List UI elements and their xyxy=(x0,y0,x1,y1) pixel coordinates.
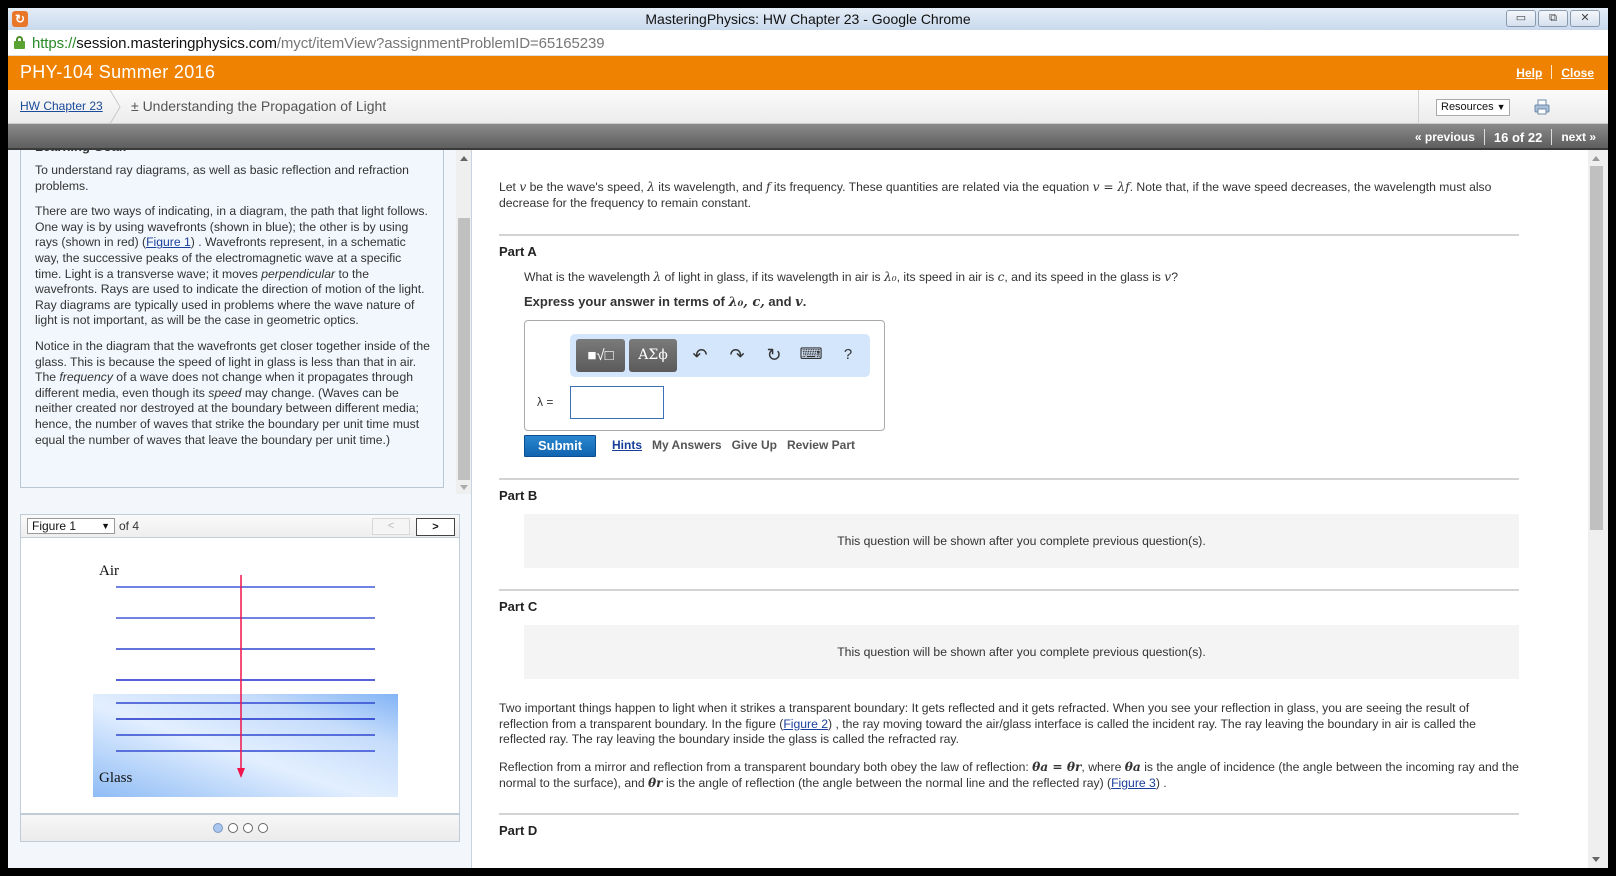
my-answers-link[interactable]: My Answers xyxy=(652,438,722,454)
problem-pane: Let v be the wave's speed, λ its wavelen… xyxy=(473,150,1608,868)
item-position: 16 of 22 xyxy=(1493,129,1543,145)
learning-goal-box: Learning Goal: To understand ray diagram… xyxy=(20,150,444,488)
figure-3-link[interactable]: Figure 3 xyxy=(1111,776,1156,790)
close-window-button[interactable]: ✕ xyxy=(1570,10,1600,27)
breadcrumb-separator-icon xyxy=(109,90,121,124)
templates-button[interactable]: ■√□ xyxy=(576,339,625,372)
divider xyxy=(1483,129,1485,145)
wavefront-diagram: Air Glass xyxy=(93,563,398,797)
answer-label: λ = xyxy=(537,395,554,409)
math-toolbar: ■√□ ΑΣϕ ↶ ↷ ↻ ⌨ ? xyxy=(570,334,870,377)
wavefronts-paragraph: There are two ways of indicating, in a d… xyxy=(35,204,428,328)
figure-dot-3[interactable] xyxy=(242,823,253,833)
scroll-down-arrow-icon[interactable] xyxy=(1592,857,1600,862)
part-a-title: Part A xyxy=(499,244,537,259)
lock-icon xyxy=(14,36,25,49)
reflection-refraction-paragraph: Two important things happen to light whe… xyxy=(499,701,1476,747)
part-a-instructions: Express your answer in terms of λ₀, c, a… xyxy=(524,294,807,310)
review-part-link[interactable]: Review Part xyxy=(787,438,855,454)
law-of-reflection-paragraph: Reflection from a mirror and reflection … xyxy=(499,760,1519,790)
figure-dot-2[interactable] xyxy=(227,823,238,833)
next-link[interactable]: next » xyxy=(1561,130,1596,144)
divider xyxy=(499,478,1519,480)
address-bar[interactable]: https://session.masteringphysics.com/myc… xyxy=(8,30,1608,56)
help-icon[interactable]: ? xyxy=(836,343,860,367)
scroll-up-arrow-icon[interactable] xyxy=(1592,156,1600,161)
title-bar: ↻ MasteringPhysics: HW Chapter 23 - Goog… xyxy=(8,8,1608,30)
glass-label: Glass xyxy=(99,770,132,786)
redo-icon[interactable]: ↷ xyxy=(725,343,749,367)
scroll-down-arrow-icon[interactable] xyxy=(460,485,468,490)
part-a-actions: Submit Hints My Answers Give Up Review P… xyxy=(524,435,865,457)
glass-region xyxy=(93,694,398,797)
keyboard-icon[interactable]: ⌨ xyxy=(799,343,823,367)
scrollbar-thumb[interactable] xyxy=(1590,166,1603,530)
print-icon[interactable] xyxy=(1534,99,1550,115)
divider xyxy=(1418,90,1419,124)
part-b-title: Part B xyxy=(499,488,538,503)
part-c-locked-message: This question will be shown after you co… xyxy=(524,625,1519,679)
reset-icon[interactable]: ↻ xyxy=(762,343,786,367)
figure-select[interactable]: Figure 1 ▼ xyxy=(27,518,115,534)
problem-scrollbar[interactable] xyxy=(1588,150,1608,868)
breadcrumb-current-item: ± Understanding the Propagation of Light xyxy=(131,98,387,114)
figure-dot-1[interactable] xyxy=(212,823,223,833)
scroll-up-arrow-icon[interactable] xyxy=(460,156,468,161)
figure-count: of 4 xyxy=(119,519,140,533)
minimize-button[interactable]: ▭ xyxy=(1506,10,1536,27)
window-title: MasteringPhysics: HW Chapter 23 - Google… xyxy=(645,11,971,27)
chevron-down-icon: ▼ xyxy=(1496,102,1506,112)
url-text[interactable]: https://session.masteringphysics.com/myc… xyxy=(32,35,605,52)
restore-button[interactable]: ⧉ xyxy=(1538,10,1568,27)
intro-paragraph: Let v be the wave's speed, λ its wavelen… xyxy=(499,180,1492,210)
part-c-title: Part C xyxy=(499,599,538,614)
submit-button[interactable]: Submit xyxy=(524,435,596,457)
browser-window: ↻ MasteringPhysics: HW Chapter 23 - Goog… xyxy=(8,8,1608,868)
divider xyxy=(499,589,1519,591)
glass-paragraph: Notice in the diagram that the wavefront… xyxy=(35,338,430,447)
next-figure-button[interactable]: > xyxy=(416,518,455,536)
figure-viewer: Air Glass xyxy=(20,538,460,814)
learning-goal-text: To understand ray diagrams, as well as b… xyxy=(35,163,409,193)
previous-link[interactable]: « previous xyxy=(1415,130,1475,144)
resources-dropdown[interactable]: Resources ▼ xyxy=(1436,99,1510,116)
divider xyxy=(1551,129,1553,145)
course-title: PHY-104 Summer 2016 xyxy=(20,62,216,82)
symbols-button[interactable]: ΑΣϕ xyxy=(629,339,677,372)
figure-2-link[interactable]: Figure 2 xyxy=(783,717,828,731)
breadcrumb: HW Chapter 23 ± Understanding the Propag… xyxy=(8,90,1608,124)
breadcrumb-assignment-link[interactable]: HW Chapter 23 xyxy=(20,99,103,113)
learning-goal-title: Learning Goal: xyxy=(35,150,127,155)
divider xyxy=(499,234,1519,236)
chevron-down-icon: ▼ xyxy=(101,521,110,531)
divider xyxy=(499,813,1519,815)
equation: v = λf xyxy=(1092,180,1130,194)
figure-dot-4[interactable] xyxy=(257,823,268,833)
answer-box: ■√□ ΑΣϕ ↶ ↷ ↻ ⌨ ? λ = xyxy=(524,320,885,431)
hints-link[interactable]: Hints xyxy=(612,438,642,454)
close-link[interactable]: Close xyxy=(1561,66,1594,80)
figure-toolbar: Figure 1 ▼ of 4 < > xyxy=(20,514,460,538)
divider xyxy=(1551,65,1553,79)
course-header: PHY-104 Summer 2016 Help Close xyxy=(8,56,1608,90)
part-a-question: What is the wavelength λ of light in gla… xyxy=(524,270,1178,284)
give-up-link[interactable]: Give Up xyxy=(732,438,777,454)
part-d-title: Part D xyxy=(499,823,538,838)
item-navigation-bar: « previous 16 of 22 next » xyxy=(8,124,1608,150)
scrollbar-thumb[interactable] xyxy=(458,218,470,480)
help-link[interactable]: Help xyxy=(1516,66,1542,80)
figure-pager xyxy=(20,814,460,842)
previous-figure-button[interactable]: < xyxy=(372,518,410,535)
air-label: Air xyxy=(99,563,119,579)
answer-input[interactable] xyxy=(570,386,664,419)
undo-icon[interactable]: ↶ xyxy=(688,343,712,367)
learning-goal-scrollbar[interactable] xyxy=(456,150,471,494)
part-b-locked-message: This question will be shown after you co… xyxy=(524,514,1519,568)
learning-goal-pane: Learning Goal: To understand ray diagram… xyxy=(8,150,472,868)
figure-1-link[interactable]: Figure 1 xyxy=(146,235,191,249)
